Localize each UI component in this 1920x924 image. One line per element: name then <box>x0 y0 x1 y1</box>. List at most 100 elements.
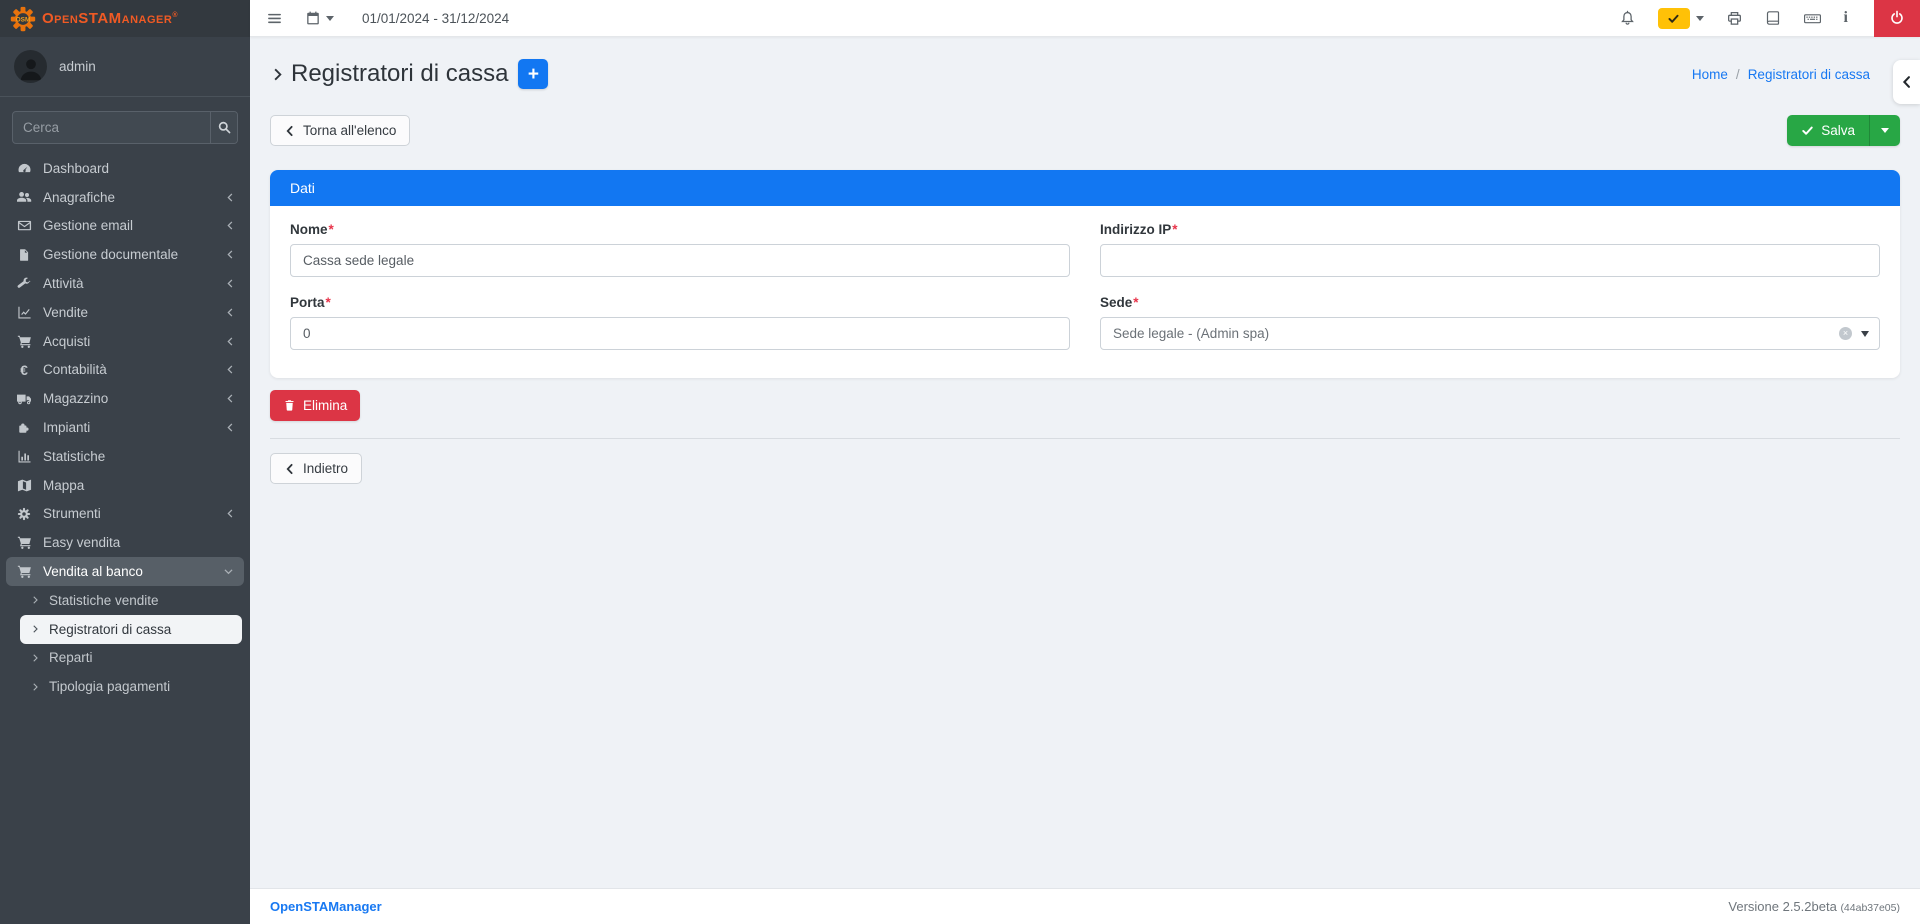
calendar-icon[interactable] <box>305 10 334 26</box>
user-avatar <box>14 50 47 83</box>
field-nome: Nome* <box>290 222 1070 277</box>
check-icon <box>1801 124 1814 137</box>
chevron-right-icon <box>30 595 40 605</box>
field-porta: Porta* <box>290 295 1070 350</box>
back-button[interactable]: Indietro <box>270 453 362 484</box>
sidebar-item-acquisti[interactable]: Acquisti <box>0 327 250 356</box>
delete-button[interactable]: Elimina <box>270 390 360 421</box>
submenu-item-tipologia-pagamenti[interactable]: Tipologia pagamenti <box>0 672 250 701</box>
user-panel[interactable]: admin <box>0 37 250 97</box>
truck-icon <box>14 391 34 407</box>
field-sede: Sede* Sede legale - (Admin spa) × <box>1100 295 1880 350</box>
chevron-left-icon <box>225 192 236 203</box>
submenu-item-reparti[interactable]: Reparti <box>0 644 250 673</box>
footer-brand-link[interactable]: OpenSTAManager <box>270 899 382 914</box>
user-name: admin <box>59 59 96 74</box>
todo-check-button[interactable] <box>1658 8 1690 29</box>
calendar-caret-icon <box>326 16 334 21</box>
indirizzo-ip-label: Indirizzo IP* <box>1100 222 1880 237</box>
dati-card: Dati Nome* Indirizzo IP* Porta* Sede* <box>270 170 1900 378</box>
sidebar-submenu: Statistiche vendite Registratori di cass… <box>0 586 250 701</box>
chevron-left-icon <box>225 307 236 318</box>
chevron-left-icon <box>284 125 296 137</box>
puzzle-piece-icon <box>14 421 34 435</box>
trash-icon <box>283 399 296 412</box>
sidebar: admin Dashboard Anagrafiche Gestione ema… <box>0 37 250 924</box>
indirizzo-ip-input[interactable] <box>1100 244 1880 277</box>
chevron-left-icon <box>225 393 236 404</box>
porta-input[interactable] <box>290 317 1070 350</box>
users-icon <box>14 189 34 205</box>
notifications-bell-icon[interactable] <box>1619 10 1636 27</box>
date-range[interactable]: 01/01/2024 - 31/12/2024 <box>362 11 509 26</box>
sidebar-item-mappa[interactable]: Mappa <box>0 471 250 500</box>
sidebar-item-magazzino[interactable]: Magazzino <box>0 384 250 413</box>
euro-icon: € <box>14 362 34 378</box>
sidebar-search <box>12 111 238 144</box>
chevron-right-icon <box>30 682 40 692</box>
logout-power-button[interactable] <box>1874 0 1920 37</box>
nome-input[interactable] <box>290 244 1070 277</box>
sidebar-item-anagrafiche[interactable]: Anagrafiche <box>0 183 250 212</box>
nome-label: Nome* <box>290 222 1070 237</box>
info-icon[interactable]: i <box>1844 9 1848 27</box>
sidebar-menu: Dashboard Anagrafiche Gestione email Ges… <box>0 154 250 586</box>
save-options-caret[interactable] <box>1869 115 1900 146</box>
breadcrumb: Home / Registratori di cassa <box>1692 67 1900 82</box>
breadcrumb-home-link[interactable]: Home <box>1692 67 1728 82</box>
shopping-cart-icon <box>14 334 34 349</box>
chevron-left-icon <box>225 336 236 347</box>
save-button[interactable]: Salva <box>1787 115 1869 146</box>
search-input[interactable] <box>13 112 210 143</box>
sidebar-item-impianti[interactable]: Impianti <box>0 413 250 442</box>
submenu-item-registratori-di-cassa[interactable]: Registratori di cassa <box>20 615 242 644</box>
print-icon[interactable] <box>1726 10 1743 27</box>
clear-selection-icon[interactable]: × <box>1839 327 1852 340</box>
chevron-right-icon <box>30 624 40 634</box>
chevron-left-icon <box>225 220 236 231</box>
sidebar-item-strumenti[interactable]: Strumenti <box>0 500 250 529</box>
wrench-icon <box>14 277 34 291</box>
breadcrumb-current-link[interactable]: Registratori di cassa <box>1748 67 1870 82</box>
sidebar-item-gestione-documentale[interactable]: Gestione documentale <box>0 240 250 269</box>
chevron-left-icon <box>225 508 236 519</box>
sede-select[interactable]: Sede legale - (Admin spa) × <box>1100 317 1880 350</box>
add-record-button[interactable]: + <box>518 59 548 89</box>
sidebar-item-dashboard[interactable]: Dashboard <box>0 154 250 183</box>
sidebar-item-vendita-al-banco[interactable]: Vendita al banco <box>6 557 244 586</box>
hamburger-menu-icon[interactable] <box>266 10 283 27</box>
top-navbar: 01/01/2024 - 31/12/2024 <box>250 0 1920 37</box>
keyboard-icon[interactable] <box>1803 10 1822 27</box>
sidebar-item-easy-vendita[interactable]: Easy vendita <box>0 528 250 557</box>
sidebar-item-statistiche[interactable]: Statistiche <box>0 442 250 471</box>
svg-text:OSM: OSM <box>16 16 31 23</box>
chevron-right-icon <box>30 653 40 663</box>
submenu-item-statistiche-vendite[interactable]: Statistiche vendite <box>0 586 250 615</box>
brand-logo[interactable]: OSM OpenSTAManager® <box>0 0 250 37</box>
chevron-left-icon <box>225 249 236 260</box>
card-header: Dati <box>270 170 1900 206</box>
document-icon <box>14 248 34 262</box>
chevron-down-icon <box>223 566 234 577</box>
search-icon[interactable] <box>210 112 237 143</box>
field-indirizzo-ip: Indirizzo IP* <box>1100 222 1880 277</box>
chevron-left-icon <box>225 278 236 289</box>
porta-label: Porta* <box>290 295 1070 310</box>
sidebar-item-vendite[interactable]: Vendite <box>0 298 250 327</box>
osm-gear-logo-icon: OSM <box>10 6 36 32</box>
select-caret-icon <box>1861 331 1869 337</box>
version-text: Versione 2.5.2beta (44ab37e05) <box>1728 899 1900 914</box>
shopping-cart-icon <box>14 535 34 550</box>
sidebar-item-attivita[interactable]: Attività <box>0 269 250 298</box>
main-area: Registratori di cassa + Home / Registrat… <box>250 37 1920 924</box>
shopping-cart-icon <box>14 564 34 579</box>
brand-name: OpenSTAManager® <box>42 10 178 27</box>
sidebar-item-contabilita[interactable]: € Contabilità <box>0 356 250 385</box>
back-to-list-button[interactable]: Torna all'elenco <box>270 115 410 146</box>
docs-book-icon[interactable] <box>1765 10 1781 26</box>
divider <box>270 438 1900 439</box>
panel-toggle-button[interactable] <box>1893 60 1920 104</box>
sidebar-item-gestione-email[interactable]: Gestione email <box>0 212 250 241</box>
chart-bar-icon <box>14 449 34 464</box>
todo-caret-icon[interactable] <box>1696 16 1704 21</box>
